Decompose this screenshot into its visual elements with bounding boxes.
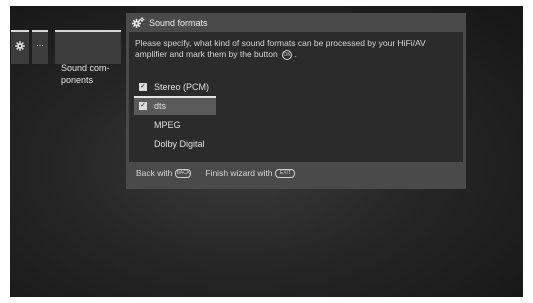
gear-icon	[132, 17, 145, 28]
format-label: MPEG	[154, 119, 181, 130]
gear-icon	[15, 40, 25, 54]
back-key-icon: BACK	[175, 168, 192, 178]
ok-button-icon: OK	[282, 49, 293, 60]
breadcrumb-highlight-line	[32, 30, 48, 32]
back-hint-label: Back with	[136, 168, 173, 178]
dialog-footer: Back with BACK Finish wizard with EXIT	[136, 168, 296, 178]
instruction-main: Please specify, what kind of sound forma…	[135, 38, 426, 59]
tv-screen: ... Sound com- ponents Sound formats Ple…	[10, 6, 523, 297]
breadcrumb-highlight-line	[11, 30, 29, 32]
dialog-title: Sound formats	[149, 17, 208, 28]
exit-key-icon: EXIT	[275, 168, 296, 178]
format-label: dts	[154, 100, 167, 111]
format-item-dolby-digital[interactable]: Dolby Digital	[134, 134, 216, 153]
finish-hint-label: Finish wizard with	[205, 168, 273, 178]
breadcrumb-sound-components[interactable]: Sound com- ponents	[55, 30, 121, 85]
dialog-content: Please specify, what kind of sound forma…	[129, 32, 463, 162]
breadcrumb-more[interactable]: ...	[32, 30, 48, 64]
breadcrumb-title: Sound com- ponents	[61, 63, 110, 85]
instruction-text: Please specify, what kind of sound forma…	[135, 38, 455, 60]
format-item-dts[interactable]: ✓ dts	[134, 96, 216, 115]
breadcrumb-settings-tab[interactable]	[11, 30, 29, 64]
breadcrumb-highlight-line	[55, 30, 121, 32]
format-item-mpeg[interactable]: MPEG	[134, 115, 216, 134]
sound-formats-dialog: Sound formats Please specify, what kind …	[126, 13, 466, 189]
dialog-header: Sound formats	[126, 13, 466, 32]
sound-format-list: ✓ Stereo (PCM) ✓ dts MPEG Dolby Digital	[134, 77, 216, 153]
checkbox-empty-icon[interactable]	[139, 140, 147, 148]
checkbox-checked-icon[interactable]: ✓	[139, 101, 147, 110]
format-label: Stereo (PCM)	[154, 81, 210, 92]
checkbox-checked-icon[interactable]: ✓	[139, 82, 147, 91]
format-label: Dolby Digital	[154, 138, 205, 149]
instruction-end: .	[294, 49, 297, 59]
breadcrumb-more-label: ...	[36, 38, 44, 48]
format-item-stereo-pcm[interactable]: ✓ Stereo (PCM)	[134, 77, 216, 96]
checkbox-empty-icon[interactable]	[139, 121, 147, 129]
